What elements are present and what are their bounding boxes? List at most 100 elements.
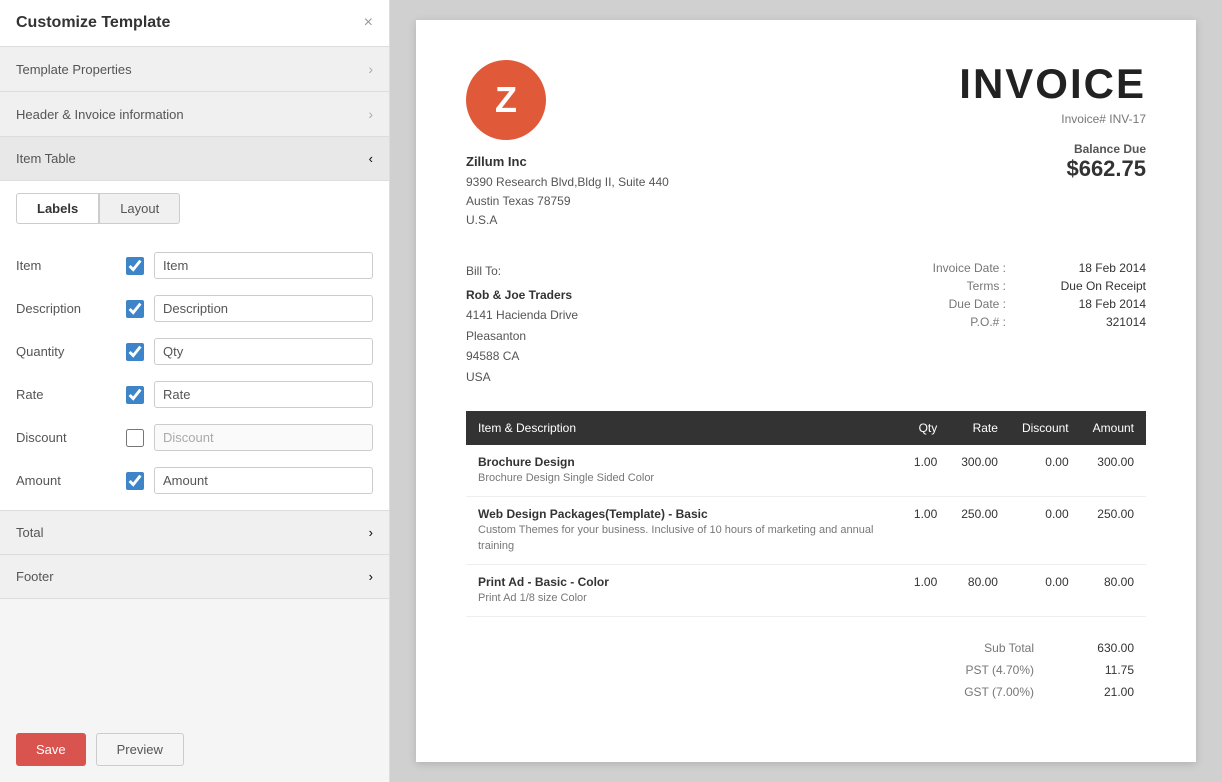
bill-to-label: Bill To: bbox=[466, 261, 578, 281]
client-country: USA bbox=[466, 367, 578, 387]
table-cell-rate-1: 250.00 bbox=[949, 497, 1010, 565]
client-city: Pleasanton bbox=[466, 326, 578, 346]
subtotal-label: Sub Total bbox=[894, 641, 1034, 655]
field-label-description: Description bbox=[16, 301, 116, 316]
balance-due-amount: $662.75 bbox=[959, 156, 1146, 182]
col-header-amount: Amount bbox=[1081, 411, 1146, 445]
table-cell-amount-2: 80.00 bbox=[1081, 565, 1146, 617]
meta-value-date: 18 Feb 2014 bbox=[1026, 261, 1146, 275]
table-cell-qty-1: 1.00 bbox=[902, 497, 949, 565]
col-header-rate: Rate bbox=[949, 411, 1010, 445]
field-input-item[interactable] bbox=[154, 252, 373, 279]
section-total[interactable]: Total › bbox=[0, 511, 389, 555]
total-row-pst: PST (4.70%) 11.75 bbox=[466, 659, 1146, 681]
balance-due-label: Balance Due bbox=[959, 142, 1146, 156]
fields-list: Item Description Quantity Rate bbox=[0, 236, 389, 510]
field-checkbox-quantity[interactable] bbox=[126, 343, 144, 361]
field-label-amount: Amount bbox=[16, 473, 116, 488]
field-row-amount: Amount bbox=[0, 459, 389, 502]
meta-value-due: 18 Feb 2014 bbox=[1026, 297, 1146, 311]
col-header-discount: Discount bbox=[1010, 411, 1081, 445]
meta-label-date: Invoice Date : bbox=[933, 261, 1006, 275]
preview-button[interactable]: Preview bbox=[96, 733, 184, 766]
bottom-buttons: Save Preview bbox=[0, 717, 389, 782]
table-cell-discount-2: 0.00 bbox=[1010, 565, 1081, 617]
table-cell-amount-0: 300.00 bbox=[1081, 445, 1146, 497]
field-label-discount: Discount bbox=[16, 430, 116, 445]
field-input-rate[interactable] bbox=[154, 381, 373, 408]
total-row-gst: GST (7.00%) 21.00 bbox=[466, 681, 1146, 703]
meta-label-po: P.O.# : bbox=[970, 315, 1006, 329]
company-logo: Z bbox=[466, 60, 546, 140]
table-cell-rate-2: 80.00 bbox=[949, 565, 1010, 617]
pst-value: 11.75 bbox=[1054, 663, 1134, 677]
table-header-row: Item & Description Qty Rate Discount Amo… bbox=[466, 411, 1146, 445]
template-properties-label: Template Properties bbox=[16, 62, 132, 77]
chevron-right-icon: › bbox=[368, 61, 373, 77]
field-row-item: Item bbox=[0, 244, 389, 287]
table-cell-discount-1: 0.00 bbox=[1010, 497, 1081, 565]
panel-title: Customize Template bbox=[16, 14, 170, 32]
field-checkbox-amount[interactable] bbox=[126, 472, 144, 490]
field-label-rate: Rate bbox=[16, 387, 116, 402]
total-row-subtotal: Sub Total 630.00 bbox=[466, 637, 1146, 659]
meta-label-terms: Terms : bbox=[967, 279, 1006, 293]
tab-labels[interactable]: Labels bbox=[16, 193, 99, 224]
field-input-quantity[interactable] bbox=[154, 338, 373, 365]
tabs-row: Labels Layout bbox=[0, 181, 389, 236]
table-row: Web Design Packages(Template) - Basic Cu… bbox=[466, 497, 1146, 565]
bill-info-row: Bill To: Rob & Joe Traders 4141 Hacienda… bbox=[466, 261, 1146, 387]
meta-row-date: Invoice Date : 18 Feb 2014 bbox=[933, 261, 1146, 275]
chevron-up-icon: ‹ bbox=[369, 151, 373, 166]
item-table-header[interactable]: Item Table ‹ bbox=[0, 137, 389, 181]
field-row-discount: Discount bbox=[0, 416, 389, 459]
chevron-right-icon-footer: › bbox=[369, 569, 373, 584]
tab-layout[interactable]: Layout bbox=[99, 193, 180, 224]
field-checkbox-description[interactable] bbox=[126, 300, 144, 318]
panel-header: Customize Template × bbox=[0, 0, 389, 47]
meta-value-po: 321014 bbox=[1026, 315, 1146, 329]
chevron-right-icon-total: › bbox=[369, 525, 373, 540]
section-footer[interactable]: Footer › bbox=[0, 555, 389, 599]
field-row-quantity: Quantity bbox=[0, 330, 389, 373]
save-button[interactable]: Save bbox=[16, 733, 86, 766]
invoice-container: Z Zillum Inc 9390 Research Blvd,Bldg II,… bbox=[416, 20, 1196, 762]
invoice-meta: Invoice Date : 18 Feb 2014 Terms : Due O… bbox=[933, 261, 1146, 387]
field-row-description: Description bbox=[0, 287, 389, 330]
meta-row-po: P.O.# : 321014 bbox=[933, 315, 1146, 329]
section-template-properties[interactable]: Template Properties › bbox=[0, 47, 389, 92]
meta-row-due: Due Date : 18 Feb 2014 bbox=[933, 297, 1146, 311]
client-postal: 94588 CA bbox=[466, 346, 578, 366]
invoice-number: Invoice# INV-17 bbox=[959, 112, 1146, 126]
field-label-quantity: Quantity bbox=[16, 344, 116, 359]
table-cell-item-0: Brochure Design Brochure Design Single S… bbox=[466, 445, 902, 497]
company-address: 9390 Research Blvd,Bldg II, Suite 440 Au… bbox=[466, 173, 669, 231]
invoice-top: Z Zillum Inc 9390 Research Blvd,Bldg II,… bbox=[466, 60, 1146, 231]
col-header-item: Item & Description bbox=[466, 411, 902, 445]
field-checkbox-discount[interactable] bbox=[126, 429, 144, 447]
totals-block: Sub Total 630.00 PST (4.70%) 11.75 GST (… bbox=[466, 637, 1146, 703]
client-name: Rob & Joe Traders bbox=[466, 285, 578, 305]
section-header-invoice[interactable]: Header & Invoice information › bbox=[0, 92, 389, 137]
chevron-right-icon: › bbox=[368, 106, 373, 122]
field-input-discount[interactable] bbox=[154, 424, 373, 451]
item-table-label: Item Table bbox=[16, 151, 76, 166]
field-input-amount[interactable] bbox=[154, 467, 373, 494]
table-cell-qty-2: 1.00 bbox=[902, 565, 949, 617]
item-table-section: Item Table ‹ Labels Layout Item Descript… bbox=[0, 137, 389, 511]
gst-value: 21.00 bbox=[1054, 685, 1134, 699]
meta-row-terms: Terms : Due On Receipt bbox=[933, 279, 1146, 293]
field-checkbox-item[interactable] bbox=[126, 257, 144, 275]
table-cell-rate-0: 300.00 bbox=[949, 445, 1010, 497]
gst-label: GST (7.00%) bbox=[894, 685, 1034, 699]
pst-label: PST (4.70%) bbox=[894, 663, 1034, 677]
close-button[interactable]: × bbox=[364, 14, 373, 32]
invoice-table: Item & Description Qty Rate Discount Amo… bbox=[466, 411, 1146, 618]
invoice-title-block: INVOICE Invoice# INV-17 Balance Due $662… bbox=[959, 60, 1146, 182]
table-cell-item-1: Web Design Packages(Template) - Basic Cu… bbox=[466, 497, 902, 565]
left-panel: Customize Template × Template Properties… bbox=[0, 0, 390, 782]
field-input-description[interactable] bbox=[154, 295, 373, 322]
table-cell-qty-0: 1.00 bbox=[902, 445, 949, 497]
field-checkbox-rate[interactable] bbox=[126, 386, 144, 404]
right-panel: Z Zillum Inc 9390 Research Blvd,Bldg II,… bbox=[390, 0, 1222, 782]
